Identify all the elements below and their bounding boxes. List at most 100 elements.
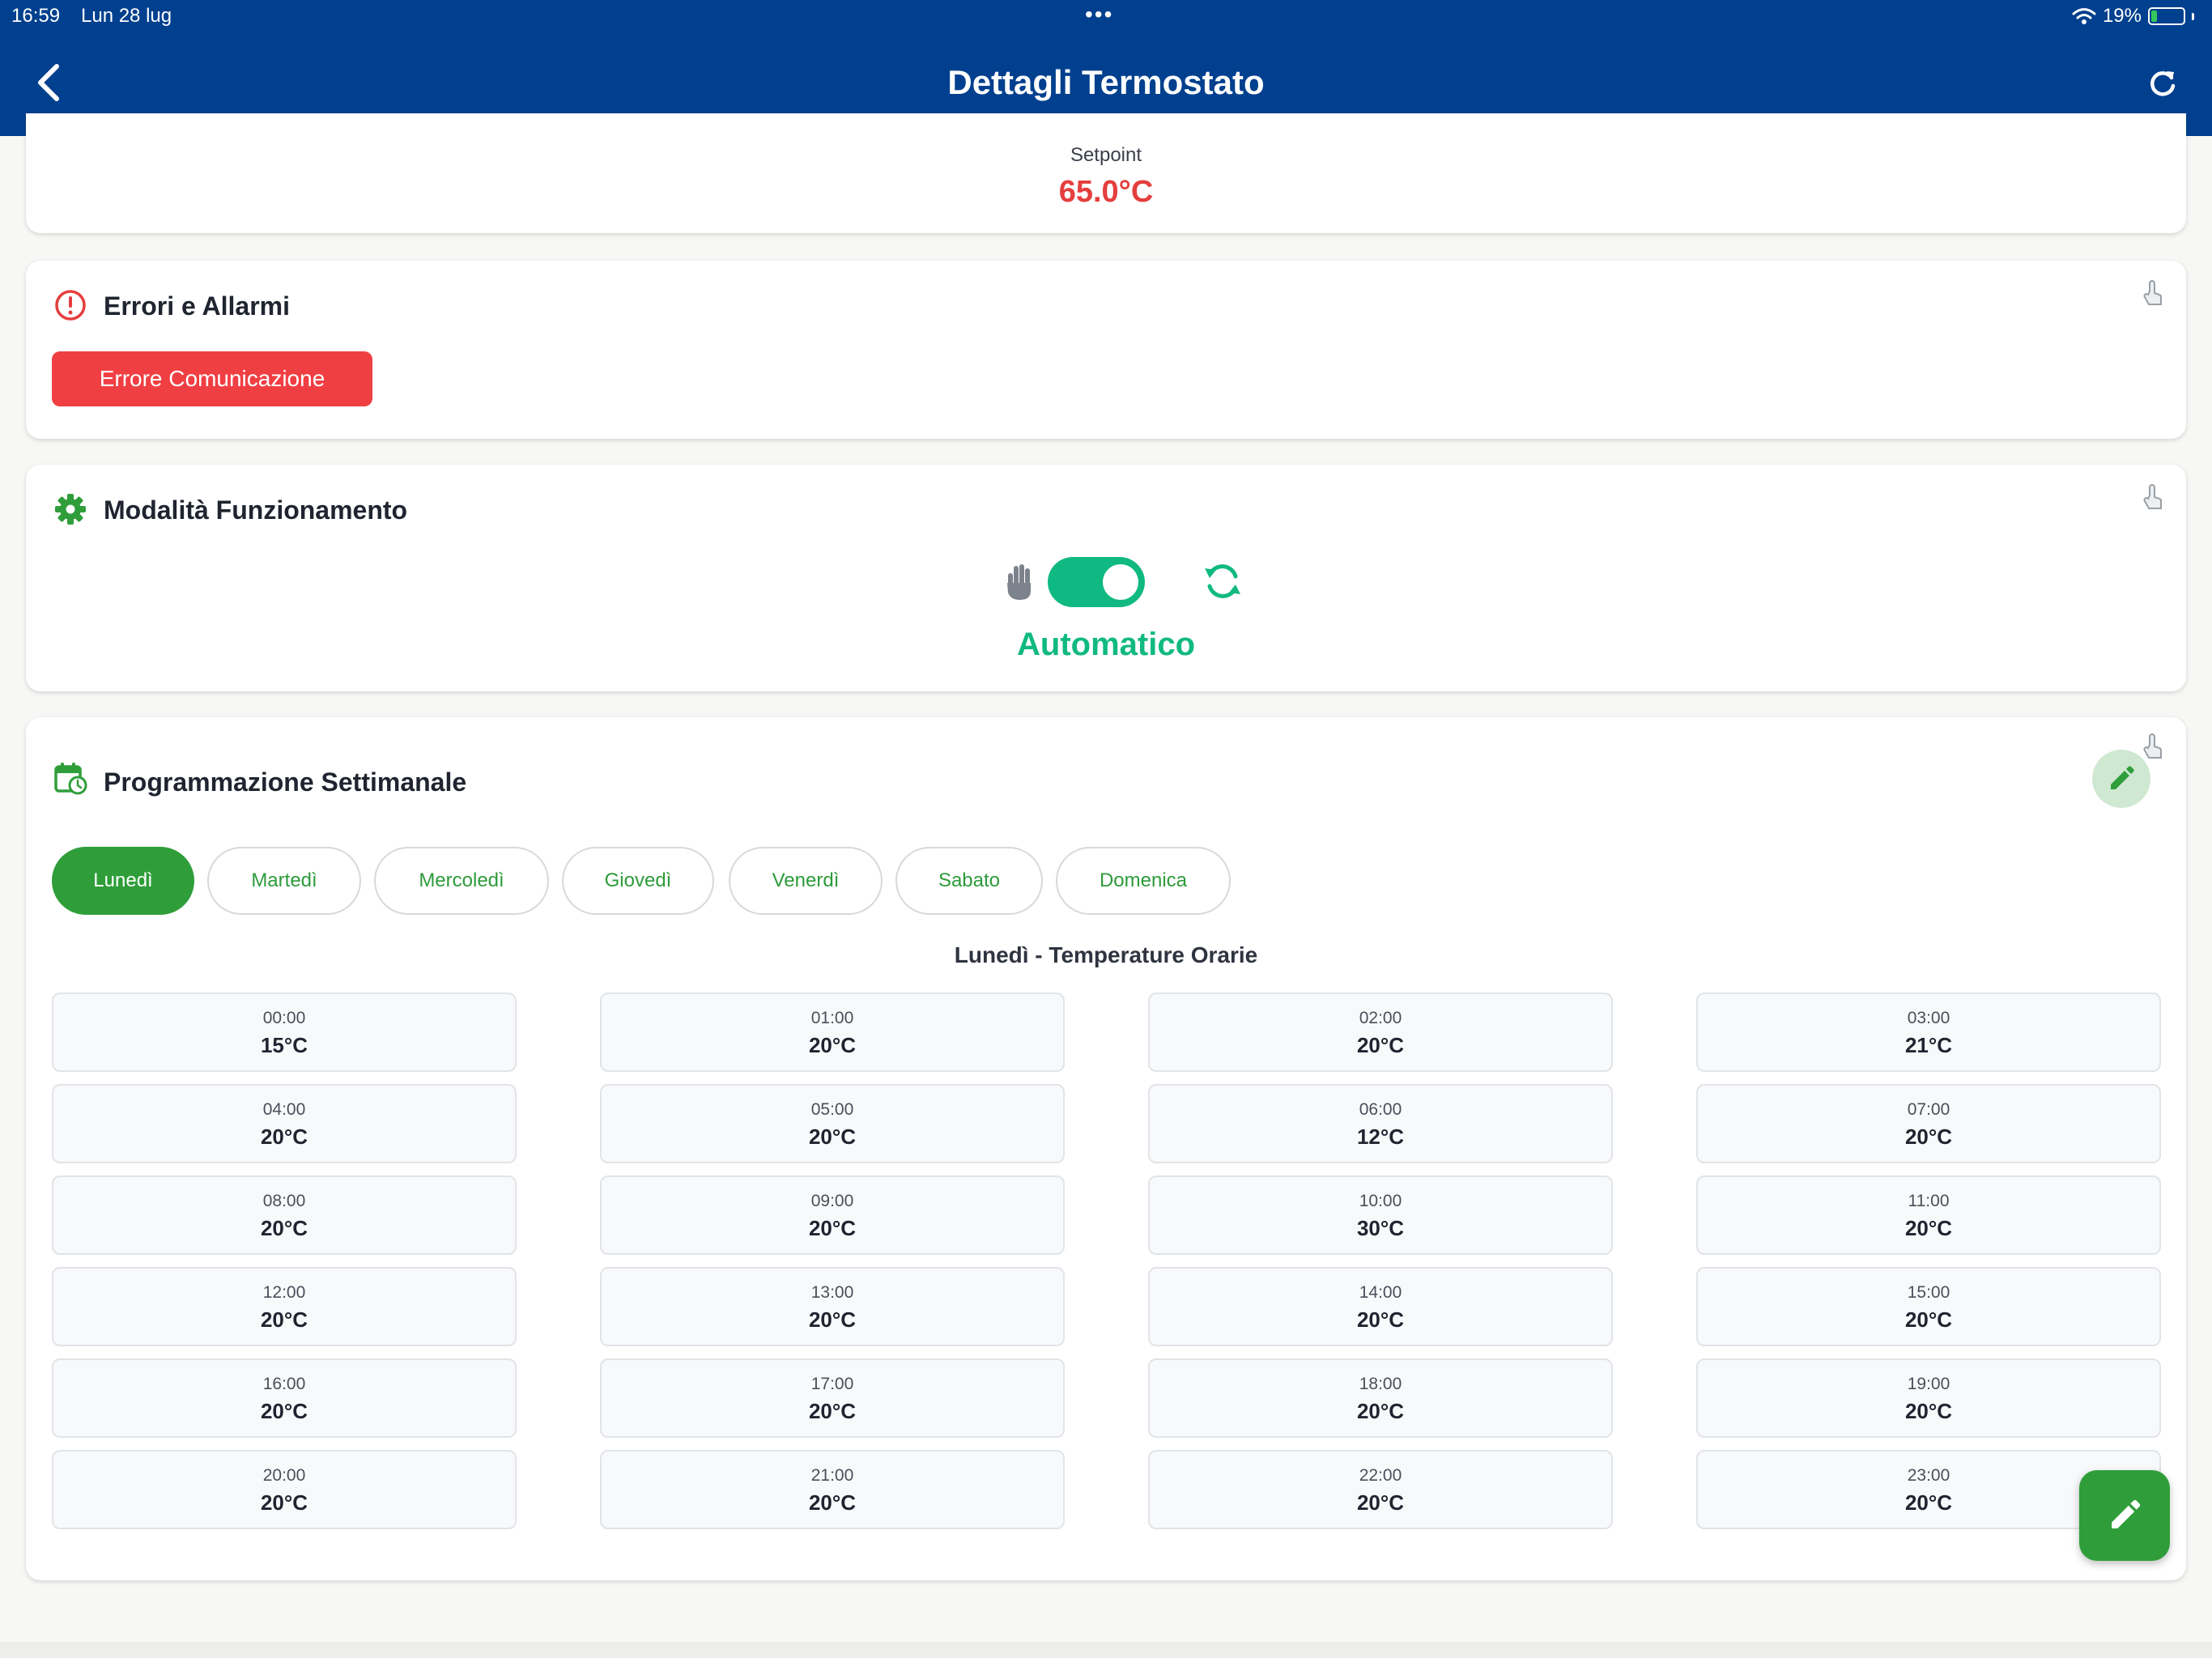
sync-icon[interactable] — [1200, 559, 1245, 604]
hour-temp: 20°C — [1904, 1399, 1953, 1423]
wifi-icon — [2072, 8, 2096, 24]
hour-slot[interactable]: 16:00 20°C — [52, 1358, 517, 1438]
hour-time: 16:00 — [262, 1375, 306, 1393]
setpoint-value: 65.0°C — [1058, 175, 1154, 209]
hour-slot[interactable]: 04:00 20°C — [52, 1084, 517, 1163]
hour-slot[interactable]: 19:00 20°C — [1696, 1358, 2161, 1438]
mode-label: Automatico — [1017, 627, 1195, 662]
hour-time: 08:00 — [262, 1192, 306, 1210]
hour-temp: 20°C — [260, 1307, 308, 1332]
hour-temp: 20°C — [1356, 1307, 1405, 1332]
hour-time: 19:00 — [1907, 1375, 1950, 1393]
hour-slot[interactable]: 13:00 20°C — [600, 1267, 1065, 1346]
hour-time: 04:00 — [262, 1100, 306, 1119]
hour-slot[interactable]: 01:00 20°C — [600, 993, 1065, 1072]
hour-time: 07:00 — [1907, 1100, 1950, 1119]
errors-title: Errori e Allarmi — [104, 291, 291, 321]
error-chip[interactable]: Errore Comunicazione — [52, 351, 372, 406]
errors-card[interactable]: Errori e Allarmi Errore Comunicazione — [26, 261, 2186, 439]
tab-martedi[interactable]: Martedì — [207, 847, 361, 915]
hour-slot[interactable]: 00:00 15°C — [52, 993, 517, 1072]
hour-slot[interactable]: 12:00 20°C — [52, 1267, 517, 1346]
hour-temp: 20°C — [1904, 1216, 1953, 1240]
hour-time: 22:00 — [1359, 1466, 1402, 1485]
schedule-title: Programmazione Settimanale — [104, 767, 467, 797]
hour-slot[interactable]: 02:00 20°C — [1148, 993, 1613, 1072]
hand-icon[interactable] — [1002, 562, 1038, 602]
hour-time: 05:00 — [810, 1100, 854, 1119]
hour-temp: 20°C — [1356, 1490, 1405, 1515]
gear-icon — [55, 494, 86, 525]
hour-slot[interactable]: 18:00 20°C — [1148, 1358, 1613, 1438]
hour-temp: 20°C — [808, 1399, 857, 1423]
hour-slot[interactable]: 08:00 20°C — [52, 1175, 517, 1255]
hour-time: 17:00 — [810, 1375, 854, 1393]
hour-temp: 20°C — [808, 1216, 857, 1240]
status-bar: 16:59 Lun 28 lug ••• 19% — [0, 0, 2212, 32]
tab-domenica[interactable]: Domenica — [1056, 847, 1231, 915]
hour-time: 18:00 — [1359, 1375, 1402, 1393]
hour-time: 06:00 — [1359, 1100, 1402, 1119]
hour-temp: 20°C — [260, 1124, 308, 1149]
hour-time: 01:00 — [810, 1009, 854, 1027]
hour-temp: 20°C — [1356, 1399, 1405, 1423]
hour-temp: 20°C — [260, 1399, 308, 1423]
tab-venerdi[interactable]: Venerdì — [729, 847, 883, 915]
hour-slot[interactable]: 22:00 20°C — [1148, 1450, 1613, 1529]
hour-time: 03:00 — [1907, 1009, 1950, 1027]
hour-temp: 12°C — [1356, 1124, 1405, 1149]
hour-slot[interactable]: 14:00 20°C — [1148, 1267, 1613, 1346]
page-title: Dettagli Termostato — [947, 63, 1265, 101]
hour-time: 15:00 — [1907, 1283, 1950, 1302]
hour-time: 00:00 — [262, 1009, 306, 1027]
status-date: Lun 28 lug — [81, 5, 172, 27]
hour-temp: 20°C — [260, 1216, 308, 1240]
setpoint-label: Setpoint — [1070, 144, 1142, 166]
hour-time: 02:00 — [1359, 1009, 1402, 1027]
hour-time: 12:00 — [262, 1283, 306, 1302]
edit-fab-button[interactable] — [2079, 1470, 2170, 1561]
hour-slot[interactable]: 05:00 20°C — [600, 1084, 1065, 1163]
tab-mercoledi[interactable]: Mercoledì — [374, 847, 549, 915]
tap-hint-icon — [2143, 733, 2162, 759]
hour-slot[interactable]: 10:00 30°C — [1148, 1175, 1613, 1255]
hour-temp: 21°C — [1904, 1033, 1953, 1057]
alert-circle-icon — [55, 290, 86, 321]
hour-temp: 20°C — [808, 1490, 857, 1515]
hour-slot[interactable]: 15:00 20°C — [1696, 1267, 2161, 1346]
status-time: 16:59 — [11, 5, 61, 27]
mode-toggle[interactable] — [1048, 557, 1145, 607]
setpoint-card: Setpoint 65.0°C — [26, 113, 2186, 233]
tab-lunedi[interactable]: Lunedì — [52, 847, 194, 915]
hour-slot[interactable]: 03:00 21°C — [1696, 993, 2161, 1072]
refresh-icon[interactable] — [2147, 68, 2178, 99]
battery-charging-icon — [2148, 7, 2185, 25]
tap-hint-icon — [2143, 280, 2162, 305]
mode-card: Modalità Funzionamento Automatico — [26, 465, 2186, 691]
battery-level — [2151, 11, 2157, 22]
battery-cap — [2192, 12, 2194, 20]
mode-title: Modalità Funzionamento — [104, 495, 408, 525]
toggle-knob — [1103, 564, 1138, 600]
hour-slot[interactable]: 06:00 12°C — [1148, 1084, 1613, 1163]
multitasking-dots[interactable]: ••• — [1085, 2, 1113, 28]
hour-slot[interactable]: 09:00 20°C — [600, 1175, 1065, 1255]
tab-giovedi[interactable]: Giovedì — [562, 847, 714, 915]
calendar-clock-icon — [54, 763, 87, 795]
tab-sabato[interactable]: Sabato — [895, 847, 1043, 915]
hour-time: 10:00 — [1359, 1192, 1402, 1210]
pencil-icon — [2111, 766, 2134, 789]
hour-slot[interactable]: 11:00 20°C — [1696, 1175, 2161, 1255]
hour-slot[interactable]: 21:00 20°C — [600, 1450, 1065, 1529]
edit-schedule-button[interactable] — [2092, 750, 2150, 808]
schedule-card: Programmazione Settimanale Lunedì Marted… — [26, 717, 2186, 1580]
hour-slot[interactable]: 17:00 20°C — [600, 1358, 1065, 1438]
hour-time: 13:00 — [810, 1283, 854, 1302]
hour-temp: 20°C — [808, 1033, 857, 1057]
hour-slot[interactable]: 07:00 20°C — [1696, 1084, 2161, 1163]
hour-slot[interactable]: 20:00 20°C — [52, 1450, 517, 1529]
hour-temp: 20°C — [1904, 1307, 1953, 1332]
hour-time: 20:00 — [262, 1466, 306, 1485]
hour-time: 11:00 — [1908, 1192, 1950, 1210]
hour-temp: 20°C — [808, 1307, 857, 1332]
